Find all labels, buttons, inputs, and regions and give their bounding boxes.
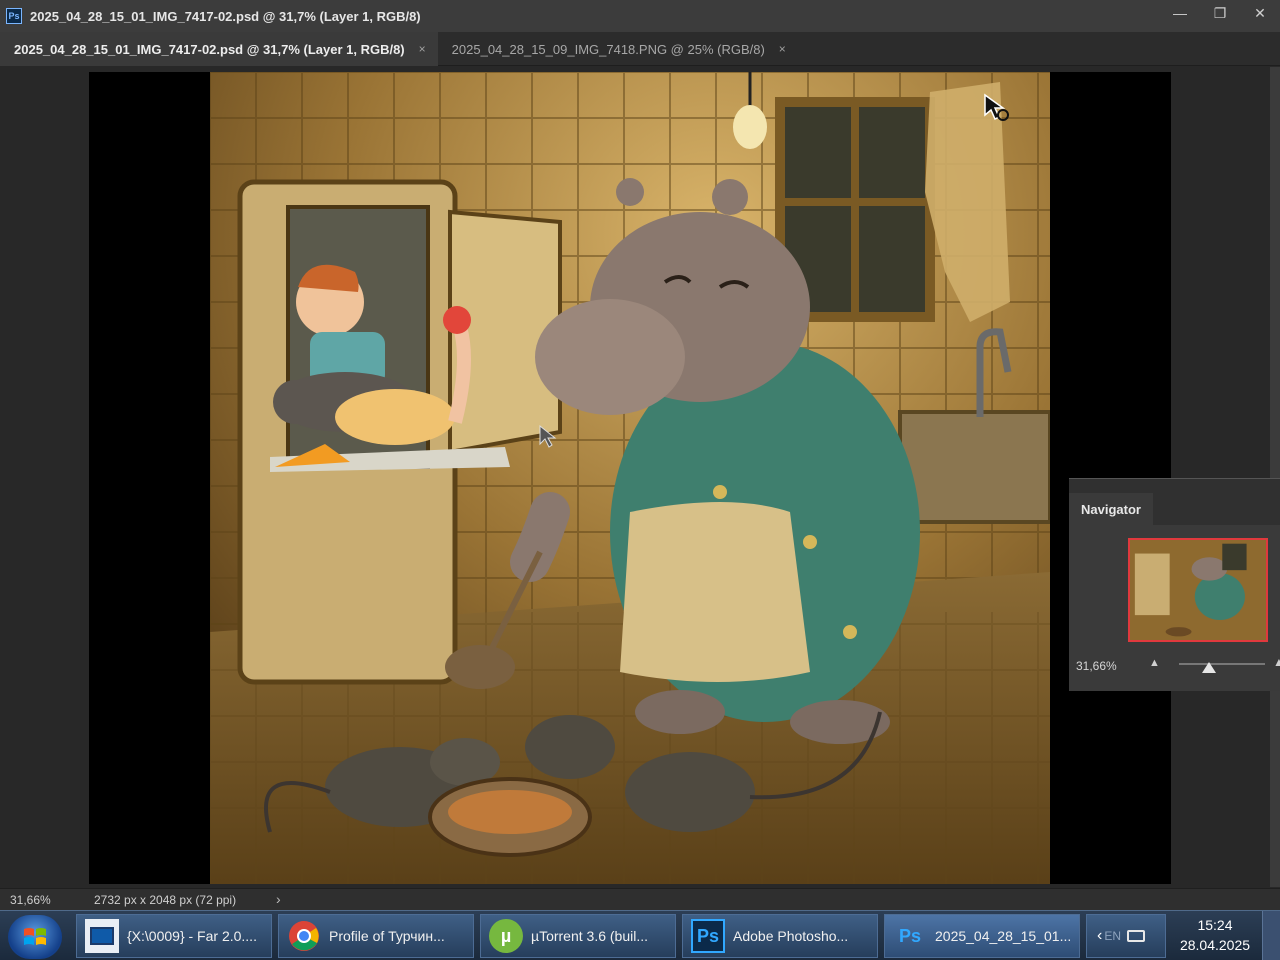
vertical-scrollbar[interactable]: [1270, 67, 1280, 887]
system-clock[interactable]: 15:24 28.04.2025: [1170, 915, 1260, 955]
clock-time: 15:24: [1197, 917, 1233, 933]
taskbar-item-label: Adobe Photosho...: [733, 928, 849, 944]
utorrent-icon: µ: [489, 919, 523, 953]
navigator-zoom-value[interactable]: 31,66%: [1076, 659, 1117, 673]
photoshop-icon: Ps: [898, 925, 922, 946]
taskbar-item-label: {X:\0009} - Far 2.0....: [127, 928, 257, 944]
clock-date: 28.04.2025: [1179, 937, 1251, 953]
windows-taskbar: {X:\0009} - Far 2.0.... Profile of Турчи…: [0, 910, 1280, 960]
keyboard-icon[interactable]: [1127, 930, 1145, 942]
tray-expand-icon[interactable]: ‹: [1097, 927, 1102, 945]
move-cursor-icon: [984, 93, 1009, 121]
zoom-slider-handle[interactable]: [1202, 662, 1217, 673]
show-desktop-button[interactable]: [1262, 911, 1280, 960]
taskbar-item-label: Profile of Турчин...: [329, 928, 445, 944]
document-canvas-image[interactable]: [210, 72, 1050, 884]
navigator-thumbnail[interactable]: [1128, 538, 1268, 642]
status-menu-arrow-icon[interactable]: ›: [276, 891, 281, 907]
navigator-panel: Navigator 31,66% ▲ ▲: [1069, 478, 1280, 691]
far-manager-icon: [85, 919, 119, 953]
taskbar-item-far[interactable]: {X:\0009} - Far 2.0....: [76, 914, 272, 958]
tab-label: 2025_04_28_15_09_IMG_7418.PNG @ 25% (RGB…: [451, 41, 765, 57]
tab-close-icon[interactable]: ×: [419, 42, 426, 56]
status-zoom[interactable]: 31,66%: [10, 893, 51, 907]
taskbar-item-label: 2025_04_28_15_01...: [935, 928, 1072, 944]
document-tabs: 2025_04_28_15_01_IMG_7417-02.psd @ 31,7%…: [0, 32, 1280, 66]
taskbar-item-chrome[interactable]: Profile of Турчин...: [278, 914, 474, 958]
zoom-out-icon[interactable]: ▲: [1149, 657, 1160, 669]
navigator-preview-image: [1130, 540, 1266, 640]
status-document-size: 2732 px x 2048 px (72 ppi): [94, 893, 237, 907]
zoom-in-icon[interactable]: ▲: [1273, 655, 1280, 669]
close-window-button[interactable]: ✕: [1240, 0, 1280, 26]
zoom-slider-track[interactable]: [1179, 663, 1265, 665]
taskbar-item-utorrent[interactable]: µ µTorrent 3.6 (buil...: [480, 914, 676, 958]
tab-navigator[interactable]: Navigator: [1069, 493, 1153, 525]
photoshop-icon: Ps: [6, 8, 22, 24]
tab-label: 2025_04_28_15_01_IMG_7417-02.psd @ 31,7%…: [14, 41, 405, 57]
restore-button[interactable]: ❐: [1200, 0, 1240, 26]
photoshop-icon: Ps: [691, 919, 725, 953]
status-bar: 31,66% 2732 px x 2048 px (72 ppi) ›: [0, 888, 1280, 910]
tab-close-icon[interactable]: ×: [779, 42, 786, 56]
title-bar: Ps 2025_04_28_15_01_IMG_7417-02.psd @ 31…: [0, 0, 1280, 32]
minimize-button[interactable]: —: [1160, 0, 1200, 26]
taskbar-item-photoshop[interactable]: Ps Adobe Photosho...: [682, 914, 878, 958]
kitchen-illustration: [210, 72, 1050, 884]
taskbar-item-photoshop-document[interactable]: Ps 2025_04_28_15_01...: [884, 914, 1080, 958]
language-indicator[interactable]: EN: [1104, 929, 1121, 943]
arrow-cursor-icon: [539, 424, 557, 448]
window-title: 2025_04_28_15_01_IMG_7417-02.psd @ 31,7%…: [30, 8, 421, 24]
windows-logo-icon: [24, 928, 46, 945]
taskbar-item-label: µTorrent 3.6 (buil...: [531, 928, 649, 944]
chrome-icon: [287, 919, 321, 953]
tab-document-psd[interactable]: 2025_04_28_15_01_IMG_7417-02.psd @ 31,7%…: [0, 32, 438, 66]
window-controls: — ❐ ✕: [1160, 0, 1280, 26]
start-button[interactable]: [8, 915, 62, 959]
tab-document-png[interactable]: 2025_04_28_15_09_IMG_7418.PNG @ 25% (RGB…: [438, 32, 798, 66]
system-tray: ‹ EN: [1086, 914, 1166, 958]
